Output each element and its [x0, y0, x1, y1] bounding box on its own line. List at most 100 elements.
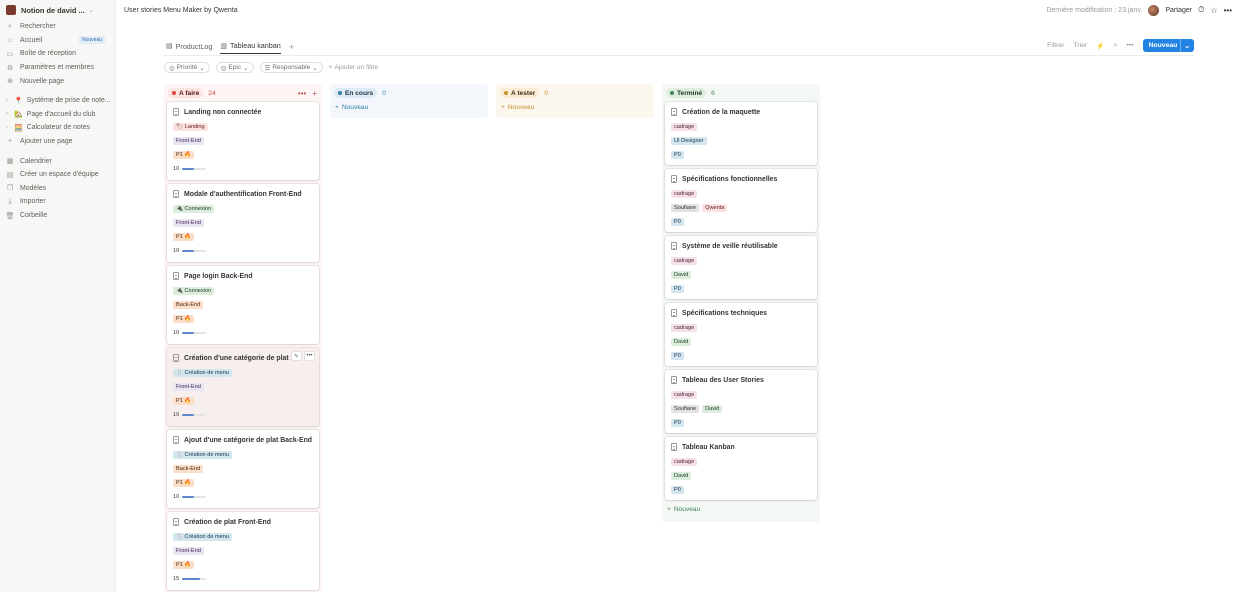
sidebar-item-bottom[interactable]: ⤓ Importer [0, 195, 115, 209]
breadcrumb[interactable]: User stories Menu Maker by Qwenta [124, 7, 238, 14]
avatar[interactable] [1148, 4, 1160, 16]
workspace-switcher[interactable]: Notion de david ... ⌄ [0, 0, 115, 20]
chevron-right-icon[interactable]: › [6, 111, 12, 117]
column-count: 6 [711, 89, 715, 97]
card-title: Création de la maquette [671, 107, 811, 117]
chevron-right-icon[interactable]: › [6, 125, 12, 131]
chevron-down-icon[interactable]: ⌄ [1184, 42, 1190, 50]
sidebar-item-accueil[interactable]: ⌂ Accueil Nouveau [0, 34, 115, 48]
card-title: Page login Back-End [173, 271, 313, 281]
assignee-row: UI Designer [671, 137, 811, 145]
kanban-card[interactable]: Création de plat Front-End 🍴 Création de … [167, 512, 319, 590]
priority-tag: P1 🔥 [173, 479, 195, 487]
card-title-text: Landing non connectée [184, 108, 262, 116]
new-card-label: Nouveau [673, 506, 701, 513]
sort-button[interactable]: Trier [1073, 42, 1087, 49]
sidebar-item-bottom[interactable]: ❐ Modèles [0, 182, 115, 196]
sidebar-item-boîte[interactable]: ▭ Boîte de réception [0, 47, 115, 61]
filter-button[interactable]: Filtrer [1047, 42, 1064, 49]
kanban-card[interactable]: Ajout d'une catégorie de plat Back-End 🍴 … [167, 430, 319, 508]
plus-icon[interactable]: + [312, 89, 317, 98]
kanban-card[interactable]: Page login Back-End 🔌 Connexion Back-End P1… [167, 266, 319, 344]
progress-fill [182, 332, 195, 334]
priority-tag: P0 [671, 151, 684, 159]
kanban-card[interactable]: Tableau Kanban cadrage David P0 [665, 437, 817, 500]
epic-row: cadrage [671, 123, 811, 131]
status-badge[interactable]: Terminé [666, 88, 707, 98]
status-dot [670, 91, 674, 95]
edit-icon[interactable]: ✎ [291, 351, 302, 361]
more-icon[interactable]: ••• [298, 89, 306, 98]
status-badge[interactable]: A faire [168, 88, 204, 98]
progress-bar [182, 578, 207, 580]
sidebar-item-nouvelle[interactable]: ⊕ Nouvelle page [0, 74, 115, 88]
new-card-button[interactable]: + Nouveau [499, 102, 651, 113]
status-label: A faire [179, 89, 200, 97]
team-tag: Front-End [173, 137, 204, 145]
add-view-button[interactable]: + [289, 42, 294, 52]
more-icon[interactable]: ••• [1224, 6, 1232, 15]
kanban-card[interactable]: Modale d'authentification Front-End 🔌 Con… [167, 184, 319, 262]
filter-chip-responsable[interactable]: ☰ Responsable ⌄ [259, 62, 323, 73]
sidebar-item-paramètres[interactable]: ⚙ Paramètres et membres [0, 61, 115, 75]
add-filter-button[interactable]: + Ajouter un filtre [329, 64, 379, 71]
epic-row: 🍴 Création de menu [173, 451, 313, 459]
new-button-label: Nouveau [1148, 42, 1178, 49]
epic-tag: cadrage [671, 257, 698, 265]
plus-icon: + [335, 104, 339, 111]
sidebar-item-bottom[interactable]: ▦ Calendrier [0, 154, 115, 168]
filter-chip-epic[interactable]: ◎ Epic ⌄ [215, 62, 254, 73]
status-badge[interactable]: En cours [334, 88, 378, 98]
chip-label: Priorité [176, 64, 198, 71]
team-row: Front-End [173, 137, 313, 145]
kanban-card[interactable]: Création de la maquette cadrage UI Designe… [665, 102, 817, 165]
sidebar-page[interactable]: › 🏡 Page d'accueil du club [0, 108, 115, 122]
tab-kanban[interactable]: ▥ Tableau kanban [220, 40, 281, 54]
sidebar-item-label: Créer un espace d'équipe [20, 171, 99, 179]
add-page-button[interactable]: + Ajouter une page [0, 135, 115, 149]
column-count: 0 [544, 89, 548, 97]
tab-productlog[interactable]: ▤ ProductLog [166, 40, 212, 54]
new-button[interactable]: Nouveau ⌄ [1142, 39, 1194, 52]
circle-icon: ◎ [220, 64, 227, 72]
epic-row: cadrage [671, 391, 811, 399]
epic-row: cadrage [671, 190, 811, 198]
search-icon[interactable]: ⌕ [1114, 42, 1118, 50]
kanban-card[interactable]: Landing non connectée 🏷 Landing Front-End P… [167, 102, 319, 180]
kanban-card[interactable]: Spécifications fonctionnelles cadrage Souf… [665, 169, 817, 232]
history-icon[interactable]: ⏱ [1198, 5, 1204, 15]
team-row: Front-End [173, 219, 313, 227]
view-toolbar: Filtrer Trier ⚡ ⌕ ••• Nouveau ⌄ [1047, 39, 1194, 52]
star-icon[interactable]: ☆ [1210, 6, 1217, 15]
more-icon[interactable]: ••• [1126, 42, 1133, 49]
assignee-row: David [671, 472, 811, 480]
chevron-right-icon[interactable]: › [6, 98, 12, 104]
epic-tag: cadrage [671, 324, 698, 332]
card-hover-actions: ✎ ••• [291, 351, 315, 361]
sidebar-page[interactable]: › 🧮 Calculateur de notes [0, 121, 115, 135]
team-row: Front-End [173, 547, 313, 555]
priority-row: P1 🔥 [173, 561, 313, 569]
page-emoji-icon: 📍 [14, 97, 23, 105]
priority-tag: P0 [671, 486, 684, 494]
card-title-text: Création d'une catégorie de plat Fro [184, 354, 302, 362]
kanban-card[interactable]: Tableau des User Stories cadrage Soufiane D… [665, 370, 817, 433]
kanban-card[interactable]: Création d'une catégorie de plat Fro 🍴 Cr… [167, 348, 319, 426]
sidebar-item-bottom[interactable]: ▤ Créer un espace d'équipe [0, 168, 115, 182]
assignee-row: Soufiane Qwenta [671, 204, 811, 212]
status-badge[interactable]: A tester [500, 88, 540, 98]
team-tag: Back-End [173, 301, 204, 309]
automation-icon[interactable]: ⚡ [1096, 42, 1104, 50]
filter-chip-priorite[interactable]: ◎ Priorité ⌄ [164, 62, 210, 73]
sidebar-item-bottom[interactable]: 🗑 Corbeille [0, 209, 115, 223]
more-icon[interactable]: ••• [304, 351, 315, 361]
new-card-button[interactable]: + Nouveau [333, 102, 485, 113]
sidebar-page[interactable]: › 📍 Système de prise de note... [0, 94, 115, 108]
kanban-card[interactable]: Spécifications techniques cadrage David P0 [665, 303, 817, 366]
new-card-button[interactable]: + Nouveau [665, 504, 817, 515]
kanban-card[interactable]: Système de veille réutilisable cadrage Dav… [665, 236, 817, 299]
sidebar-item-rechercher[interactable]: ⌕ Rechercher [0, 20, 115, 34]
share-button[interactable]: Partager [1165, 7, 1192, 14]
topbar: User stories Menu Maker by Qwenta Derniè… [116, 0, 1240, 20]
chevron-down-icon: ⌄ [243, 64, 249, 72]
